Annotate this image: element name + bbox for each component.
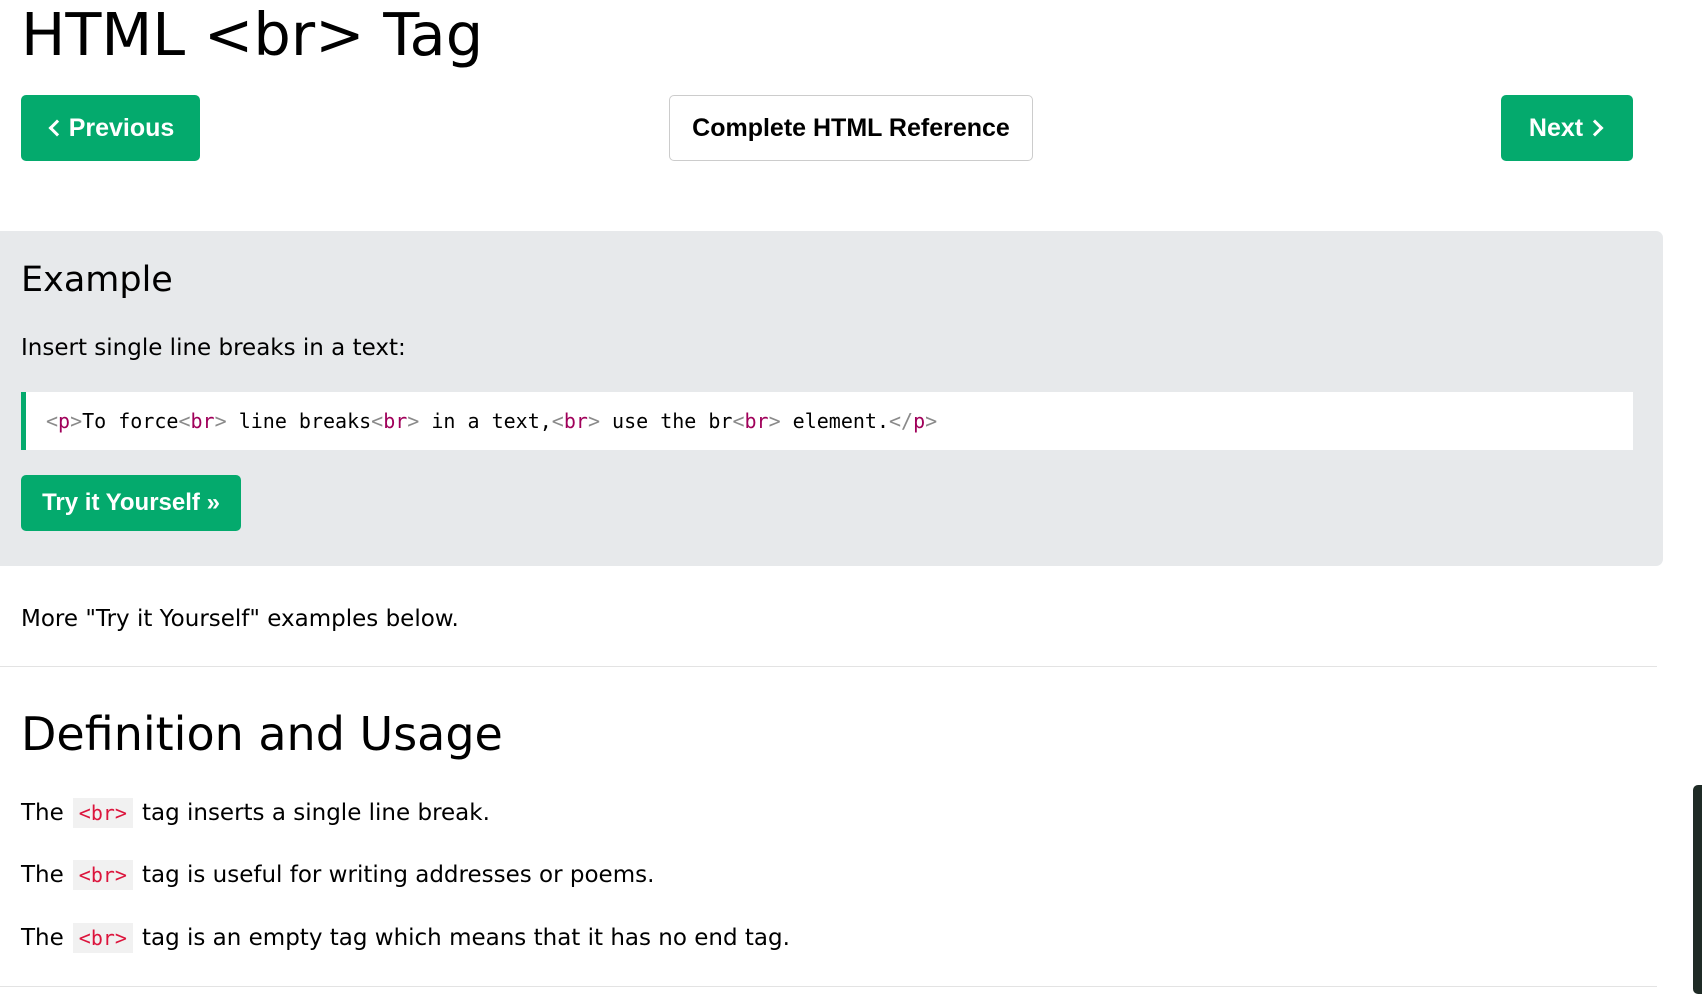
chevron-right-icon bbox=[1586, 119, 1604, 137]
reference-button-label: Complete HTML Reference bbox=[692, 113, 1010, 142]
inline-code-br: <br> bbox=[72, 923, 133, 953]
usage-line: The <br> tag is useful for writing addre… bbox=[21, 860, 654, 890]
code-token-tagname: p bbox=[58, 409, 71, 433]
code-token-bracket: > bbox=[587, 409, 600, 433]
code-token-bracket: > bbox=[70, 409, 83, 433]
code-token-tagname: br bbox=[563, 409, 588, 433]
code-token-bracket: < bbox=[46, 409, 59, 433]
usage-suffix: tag is an empty tag which means that it … bbox=[141, 925, 790, 951]
scrollbar-thumb[interactable] bbox=[1693, 785, 1702, 994]
code-token-bracket: < bbox=[178, 409, 191, 433]
usage-prefix: The bbox=[21, 925, 64, 951]
complete-html-reference-button[interactable]: Complete HTML Reference bbox=[669, 95, 1033, 161]
divider bbox=[0, 666, 1657, 667]
usage-line: The <br> tag inserts a single line break… bbox=[21, 798, 490, 828]
more-examples-text: More "Try it Yourself" examples below. bbox=[21, 606, 459, 632]
code-token-bracket: > bbox=[214, 409, 227, 433]
inline-code-br: <br> bbox=[72, 798, 133, 828]
try-it-yourself-button[interactable]: Try it Yourself » bbox=[21, 475, 241, 531]
code-token-tagname: br bbox=[190, 409, 215, 433]
code-token-tagname: br bbox=[744, 409, 769, 433]
usage-prefix: The bbox=[21, 862, 64, 888]
example-panel: Example Insert single line breaks in a t… bbox=[0, 231, 1663, 566]
usage-suffix: tag is useful for writing addresses or p… bbox=[141, 862, 655, 888]
code-token-tagname: p bbox=[913, 409, 926, 433]
usage-line: The <br> tag is an empty tag which means… bbox=[21, 923, 790, 953]
code-token-bracket: < bbox=[551, 409, 564, 433]
code-token-bracket: < bbox=[371, 409, 384, 433]
code-token-bracket: > bbox=[407, 409, 420, 433]
chevron-left-icon bbox=[48, 119, 66, 137]
code-token-tagname: br bbox=[383, 409, 408, 433]
code-token-text: in a text, bbox=[419, 409, 552, 433]
definition-heading: Definition and Usage bbox=[21, 707, 503, 761]
code-token-text: element. bbox=[780, 409, 889, 433]
usage-prefix: The bbox=[21, 800, 64, 826]
divider bbox=[0, 986, 1657, 987]
inline-code-br: <br> bbox=[72, 860, 133, 890]
previous-button[interactable]: Previous bbox=[21, 95, 200, 161]
example-heading: Example bbox=[21, 260, 173, 300]
example-intro: Insert single line breaks in a text: bbox=[21, 335, 406, 361]
next-button[interactable]: Next bbox=[1501, 95, 1633, 161]
code-example: < p > To force < br > line breaks < br > in a tex… bbox=[21, 392, 1633, 450]
next-button-label: Next bbox=[1528, 113, 1584, 142]
previous-button-label: Previous bbox=[68, 113, 175, 142]
code-token-bracket: > bbox=[925, 409, 938, 433]
code-token-text: use the br bbox=[599, 409, 733, 433]
page: HTML <br> Tag Previous Complete HTML Ref… bbox=[0, 0, 1702, 994]
code-token-bracket: </ bbox=[889, 409, 914, 433]
page-title: HTML <br> Tag bbox=[21, 0, 484, 69]
code-token-text: line breaks bbox=[226, 409, 372, 433]
usage-suffix: tag inserts a single line break. bbox=[141, 800, 490, 826]
code-token-bracket: < bbox=[732, 409, 745, 433]
code-token-bracket: > bbox=[768, 409, 781, 433]
code-token-text: To force bbox=[82, 409, 179, 433]
